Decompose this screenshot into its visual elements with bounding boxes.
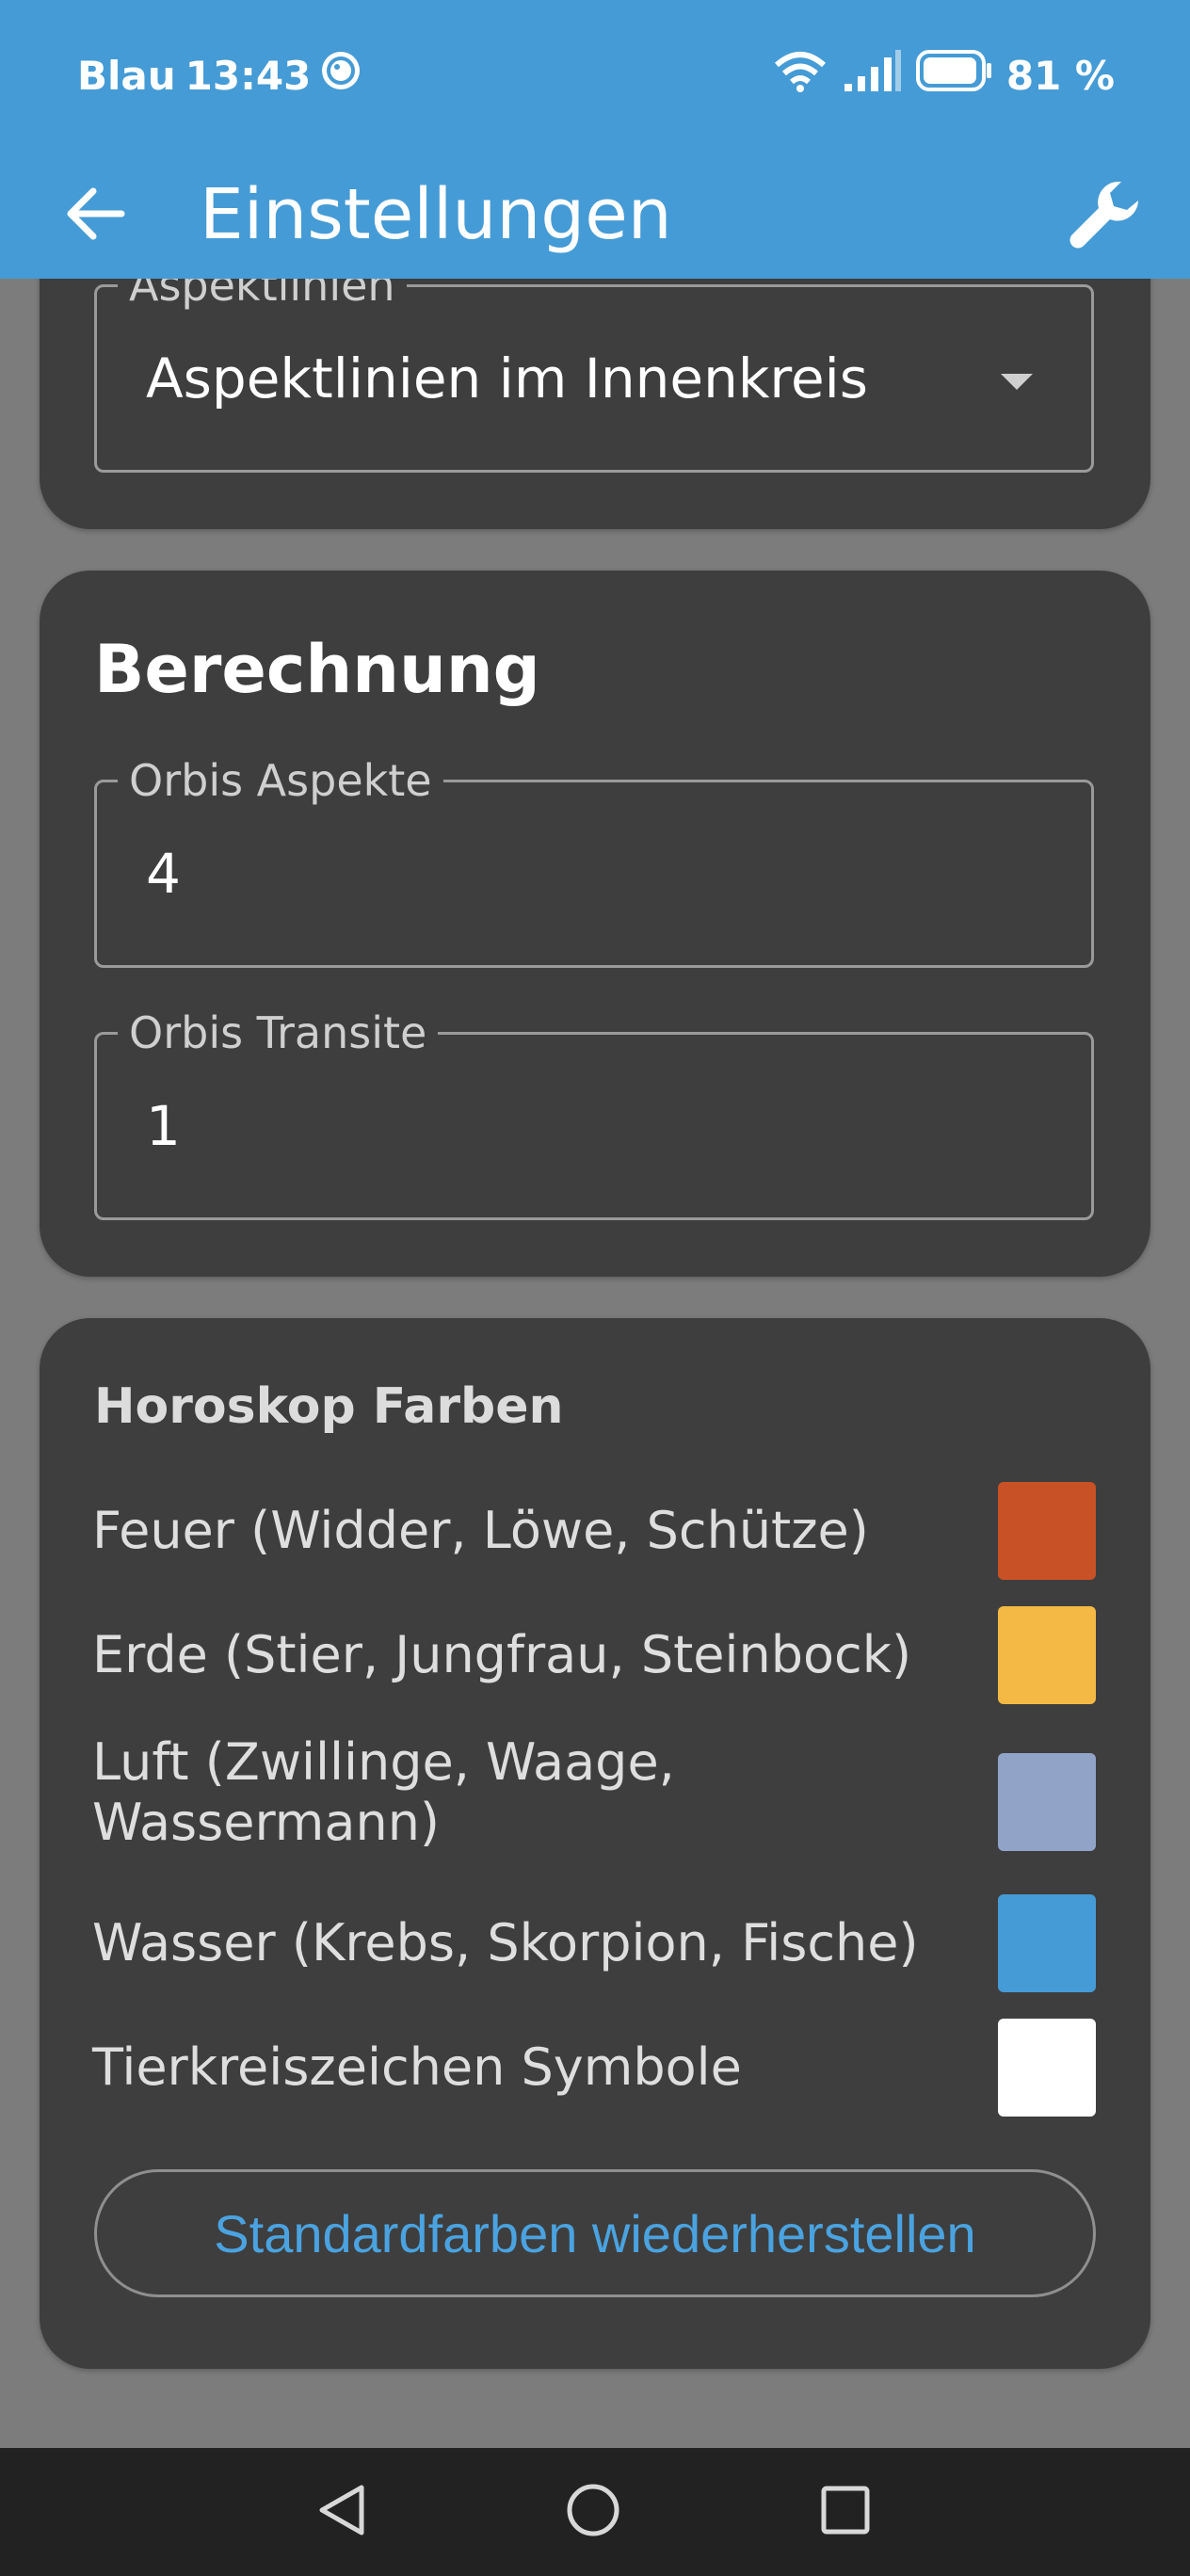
- battery-percent: 81 %: [1005, 52, 1115, 99]
- color-row-fire[interactable]: Feuer (Widder, Löwe, Schütze): [40, 1482, 1150, 1580]
- color-label: Luft (Zwillinge, Waage, Wassermann): [92, 1732, 675, 1852]
- aspect-lines-value: Aspektlinien im Innenkreis: [146, 346, 868, 411]
- color-swatch-air[interactable]: [998, 1753, 1096, 1851]
- recents-square-icon: [819, 2484, 872, 2540]
- orbis-aspekte-field[interactable]: Orbis Aspekte 4: [94, 754, 1094, 968]
- arrow-left-icon: [65, 185, 125, 246]
- color-swatch-fire[interactable]: [998, 1482, 1096, 1580]
- nav-recents-button[interactable]: [808, 2474, 883, 2550]
- orbis-aspekte-value: 4: [146, 842, 181, 906]
- color-label: Wasser (Krebs, Skorpion, Fische): [92, 1913, 919, 1972]
- app-bar: Einstellungen: [0, 151, 1190, 279]
- color-label: Erde (Stier, Jungfrau, Steinbock): [92, 1625, 912, 1684]
- battery-icon: [915, 50, 993, 101]
- color-swatch-earth[interactable]: [998, 1606, 1096, 1704]
- face-icon: [320, 50, 362, 101]
- nav-back-button[interactable]: [303, 2474, 378, 2550]
- color-row-water[interactable]: Wasser (Krebs, Skorpion, Fische): [40, 1894, 1150, 1992]
- status-right: 81 %: [771, 49, 1115, 102]
- wifi-icon: [771, 48, 829, 103]
- color-row-earth[interactable]: Erde (Stier, Jungfrau, Steinbock): [40, 1606, 1150, 1704]
- color-swatch-zodiac-symbols[interactable]: [998, 2019, 1096, 2117]
- page-title: Einstellungen: [200, 174, 672, 255]
- color-label: Feuer (Widder, Löwe, Schütze): [92, 1501, 869, 1560]
- nav-home-button[interactable]: [555, 2474, 631, 2550]
- orbis-transite-field[interactable]: Orbis Transite 1: [94, 1006, 1094, 1220]
- reset-colors-button[interactable]: Standardfarben wiederherstellen: [94, 2169, 1096, 2297]
- calculation-card: Berechnung Orbis Aspekte 4 Orbis Transit…: [40, 571, 1150, 1277]
- color-label: Tierkreiszeichen Symbole: [92, 2037, 742, 2097]
- orbis-transite-value: 1: [146, 1094, 181, 1158]
- status-left: Blau 13:43: [77, 49, 362, 102]
- home-circle-icon: [565, 2482, 621, 2542]
- wrench-icon: [1067, 176, 1144, 257]
- calculation-title: Berechnung: [94, 631, 540, 708]
- horoscope-colors-card: Horoskop Farben Feuer (Widder, Löwe, Sch…: [40, 1318, 1150, 2369]
- system-nav-bar: [0, 2448, 1190, 2576]
- chevron-down-icon: [1001, 374, 1033, 390]
- back-triangle-icon: [314, 2482, 367, 2542]
- carrier-name: Blau: [77, 52, 176, 99]
- status-bar: Blau 13:43 81 %: [0, 0, 1190, 151]
- color-row-zodiac-symbols[interactable]: Tierkreiszeichen Symbole: [40, 2019, 1150, 2117]
- horoscope-colors-title: Horoskop Farben: [94, 1378, 564, 1435]
- aspect-lines-dropdown[interactable]: Aspektlinien Aspektlinien im Innenkreis: [94, 259, 1094, 473]
- signal-icon: [843, 50, 903, 101]
- status-time: 13:43: [185, 52, 312, 99]
- color-row-air[interactable]: Luft (Zwillinge, Waage, Wassermann): [40, 1732, 1150, 1860]
- color-swatch-water[interactable]: [998, 1894, 1096, 1992]
- tools-button[interactable]: [1058, 169, 1152, 264]
- back-button[interactable]: [53, 173, 137, 258]
